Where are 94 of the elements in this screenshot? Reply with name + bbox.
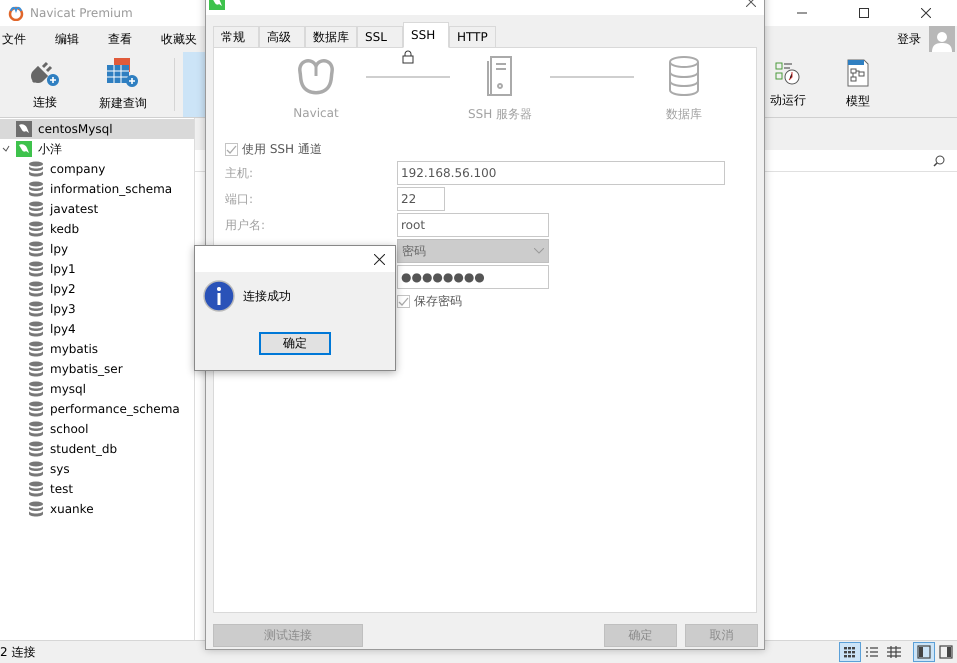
database-icon [28, 361, 44, 377]
dropdown[interactable]: 密码 [397, 239, 549, 263]
grid-view-icon [843, 646, 857, 658]
database-icon [28, 441, 44, 457]
tree-item[interactable]: lpy [0, 239, 194, 259]
tab[interactable]: 高级 [259, 26, 305, 48]
tree-item[interactable]: company [0, 159, 194, 179]
message-text: 连接成功 [243, 288, 291, 304]
database-icon [28, 381, 44, 397]
tree-item[interactable]: information_schema [0, 179, 194, 199]
database-icon [28, 161, 44, 177]
tree-item[interactable]: centosMysql [0, 119, 194, 139]
tree-item[interactable]: sys [0, 459, 194, 479]
tab[interactable]: SSL [357, 26, 403, 48]
toolbar-button[interactable]: 连接 [10, 52, 80, 117]
database-icon [28, 421, 44, 437]
close-icon[interactable] [746, 0, 756, 7]
diagram-label: Navicat [293, 106, 339, 120]
tree-item[interactable]: lpy2 [0, 279, 194, 299]
menu-item[interactable]: 编辑 [53, 30, 94, 48]
app-logo-icon [8, 5, 24, 21]
chevron-icon [2, 145, 10, 153]
database-icon [28, 221, 44, 237]
right-panel-icon [939, 645, 953, 659]
lock-icon [402, 50, 414, 64]
chevron-icon [534, 248, 544, 254]
field-label: 主机: [225, 164, 254, 182]
tree-item[interactable]: student_db [0, 439, 194, 459]
database-icon [28, 181, 44, 197]
tree-item[interactable]: javatest [0, 199, 194, 219]
seal-logo-icon [295, 56, 337, 96]
database-icon [668, 56, 700, 96]
login-link[interactable]: 登录 [897, 30, 921, 48]
tree-item[interactable]: mybatis [0, 339, 194, 359]
database-icon [28, 461, 44, 477]
ok-button[interactable]: 确定 [259, 332, 331, 355]
input-field[interactable]: 22 [397, 187, 445, 211]
window-title: Navicat Premium [30, 6, 133, 20]
info-icon [203, 280, 235, 312]
diagram-label: 数据库 [666, 106, 702, 123]
tree-item[interactable]: mybatis_ser [0, 359, 194, 379]
model-icon [847, 59, 869, 87]
tree-item[interactable]: lpy4 [0, 319, 194, 339]
tree-item[interactable]: 小洋 [0, 139, 194, 159]
list-view-icon [865, 646, 879, 658]
status-text: 2 连接 [0, 644, 36, 660]
toolbar-button[interactable]: 动运行 [753, 52, 823, 117]
tab[interactable]: 常规 [213, 26, 259, 48]
tree-item[interactable]: school [0, 419, 194, 439]
server-icon [487, 56, 513, 96]
input-field[interactable]: root [397, 213, 549, 237]
close-icon[interactable] [921, 8, 931, 18]
database-icon [28, 481, 44, 497]
database-icon [28, 281, 44, 297]
tree-item[interactable]: xuanke [0, 499, 194, 519]
database-icon [28, 201, 44, 217]
database-icon [28, 321, 44, 337]
search-icon[interactable] [933, 154, 945, 166]
tree-item[interactable]: performance_schema [0, 399, 194, 419]
schedule-icon [775, 60, 801, 86]
checkbox[interactable] [225, 142, 238, 156]
tree-item[interactable]: kedb [0, 219, 194, 239]
database-icon [28, 241, 44, 257]
close-icon[interactable] [374, 254, 385, 264]
diagram-label: SSH 服务器 [468, 106, 532, 123]
database-icon [28, 261, 44, 277]
tab[interactable]: HTTP [449, 26, 496, 48]
checkbox-label: 使用 SSH 通道 [242, 140, 322, 158]
field-label: 端口: [225, 190, 254, 208]
tab[interactable]: SSH [403, 22, 449, 48]
menu-item[interactable]: 文件 [0, 30, 41, 48]
input-field[interactable]: ●●●●●●●● [397, 265, 549, 289]
table-plus-icon [106, 57, 140, 89]
detail-view-icon [887, 646, 901, 658]
panel-button[interactable] [913, 642, 935, 662]
maximize-icon[interactable] [859, 8, 869, 18]
tree-item[interactable]: mysql [0, 379, 194, 399]
checkbox[interactable] [397, 294, 410, 308]
tab[interactable]: 数据库 [305, 26, 357, 48]
database-icon [28, 341, 44, 357]
tree-item[interactable]: lpy1 [0, 259, 194, 279]
database-icon [28, 401, 44, 417]
checkbox-label: 保存密码 [414, 292, 462, 310]
menu-item[interactable]: 查看 [106, 30, 147, 48]
tree-item[interactable]: test [0, 479, 194, 499]
view-button[interactable] [839, 642, 861, 662]
database-icon [28, 501, 44, 517]
field-label: 用户名: [225, 216, 266, 234]
input-field[interactable]: 192.168.56.100 [397, 161, 725, 185]
tree-item[interactable]: lpy3 [0, 299, 194, 319]
toolbar-button[interactable]: 模型 [823, 52, 893, 117]
left-panel-icon [917, 645, 931, 659]
database-icon [28, 301, 44, 317]
toolbar-button[interactable]: 新建查询 [80, 52, 166, 117]
